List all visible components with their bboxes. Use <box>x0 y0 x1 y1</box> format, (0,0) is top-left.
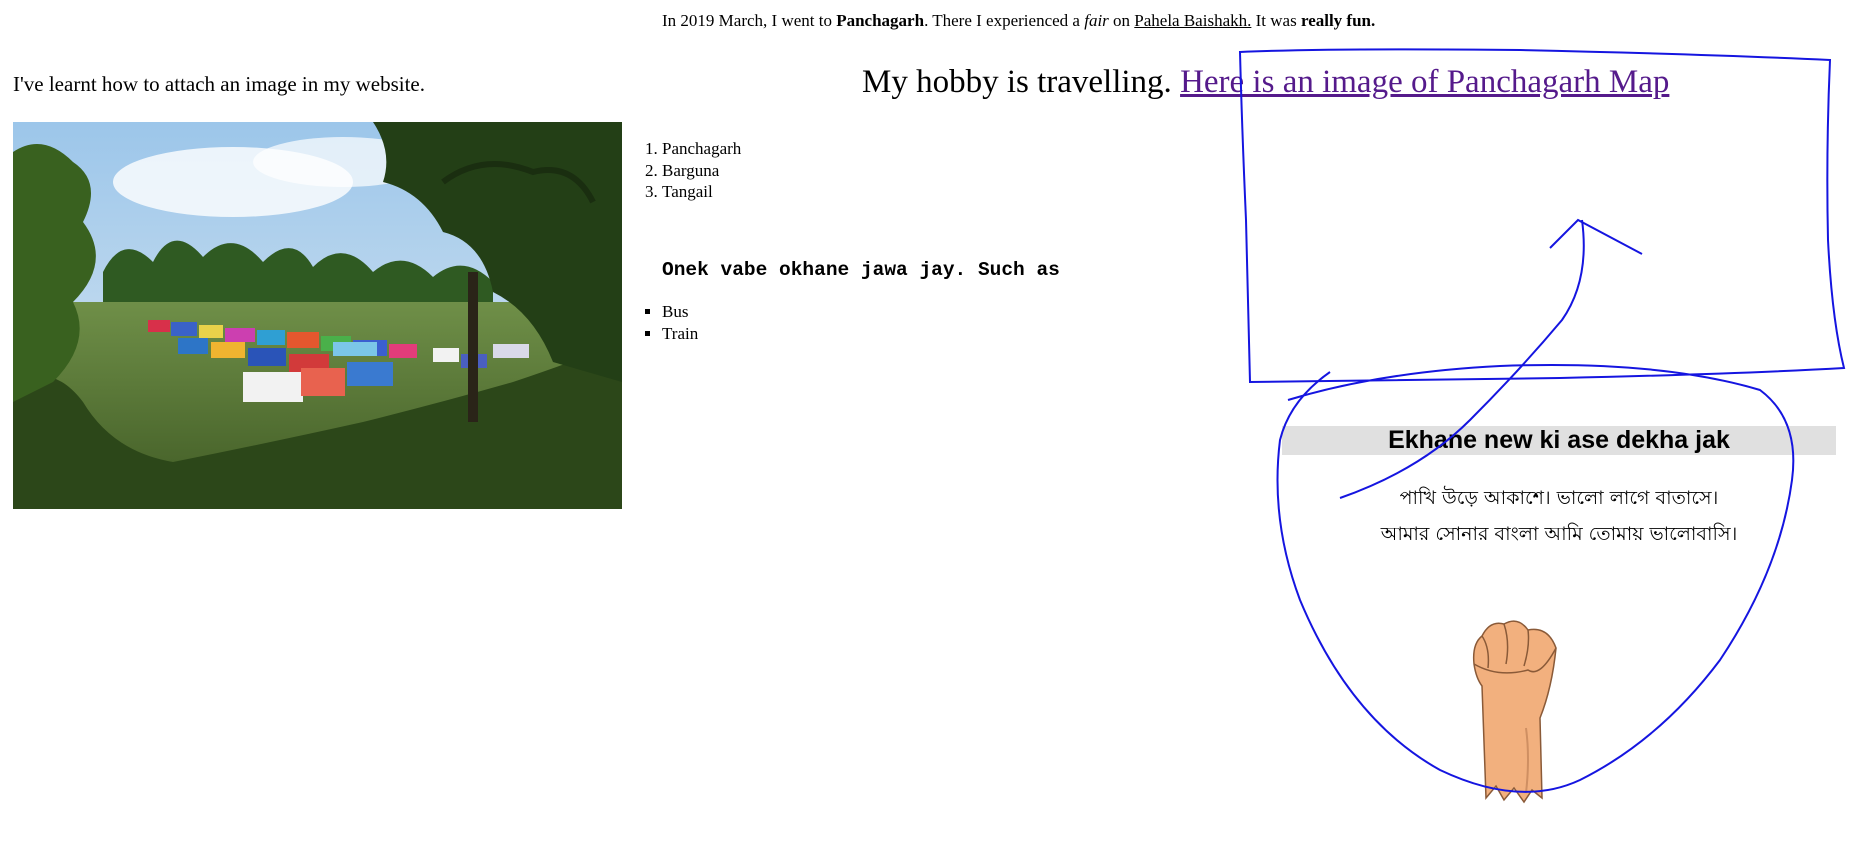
intro-paragraph: In 2019 March, I went to Panchagarh. The… <box>662 11 1375 31</box>
intro-fair: fair <box>1084 11 1109 30</box>
raised-fist-drawing <box>1472 620 1557 804</box>
reach-heading: Onek vabe okhane jawa jay. Such as <box>662 259 1060 281</box>
hobby-text: My hobby is travelling. <box>862 64 1181 100</box>
intro-text-3: on <box>1108 11 1135 30</box>
intro-emphasis: really fun. <box>1300 11 1376 30</box>
list-item: Barguna <box>662 160 741 182</box>
poem-line: আমার সোনার বাংলা আমি তোমায় ভালোবাসি। <box>1380 523 1738 545</box>
intro-text-4: It was <box>1251 11 1301 30</box>
places-list: Panchagarh Barguna Tangail <box>642 138 741 203</box>
section-heading: Ekhane new ki ase dekha jak <box>1388 426 1730 454</box>
transport-list: Bus Train <box>642 301 698 344</box>
intro-text-1: In 2019 March, I went to <box>662 11 837 30</box>
list-item: Bus <box>662 301 698 323</box>
poem-line: পাখি উড়ে আকাশে। ভালো লাগে বাতাসে। <box>1399 487 1719 509</box>
fair-photo-drawing <box>13 122 622 509</box>
learnt-text: I've learnt how to attach an image in my… <box>13 72 425 96</box>
bangla-poem: পাখি উড়ে আকাশে। ভালো লাগে বাতাসে। আমার … <box>1282 480 1836 552</box>
intro-place: Panchagarh <box>836 11 925 30</box>
list-item: Tangail <box>662 181 741 203</box>
scribble-arrowhead <box>1549 218 1643 255</box>
raised-fist-icon <box>1468 608 1562 808</box>
intro-text-2: . There I experienced a <box>924 11 1085 30</box>
map-image-link[interactable]: Here is an image of Panchagarh Map <box>1180 64 1669 100</box>
list-item: Train <box>662 323 698 345</box>
scribble-arrow <box>1339 219 1585 499</box>
intro-festival: Pahela Baishakh. <box>1134 11 1252 30</box>
fair-photo <box>13 122 622 509</box>
hobby-heading: My hobby is travelling. Here is an image… <box>862 64 1669 101</box>
list-item: Panchagarh <box>662 138 741 160</box>
